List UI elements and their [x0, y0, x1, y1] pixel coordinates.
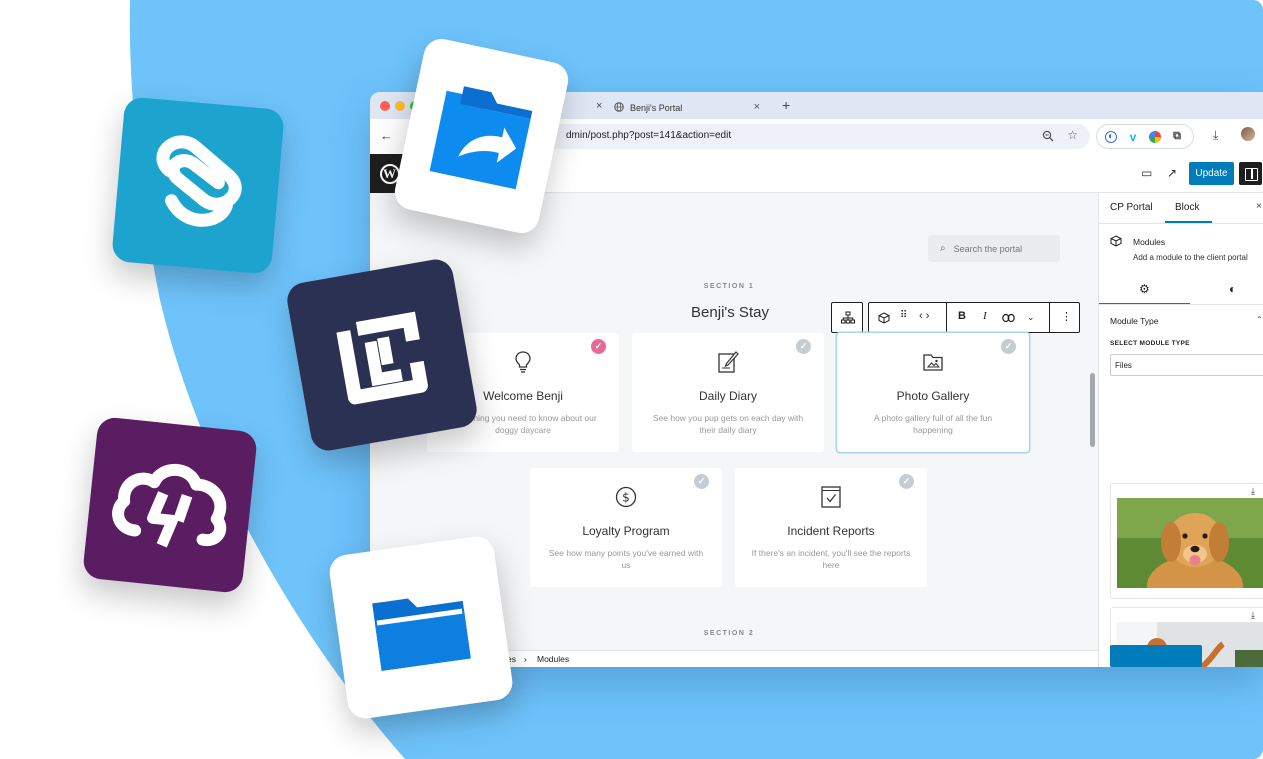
- panel-title[interactable]: Module Type: [1110, 316, 1159, 326]
- folder-image-icon: [923, 354, 943, 371]
- minimize-window-dot[interactable]: [395, 101, 405, 111]
- profile-avatar[interactable]: [1241, 127, 1255, 141]
- lightbulb-icon: [515, 351, 531, 373]
- module-check-icon[interactable]: ✓: [796, 339, 811, 354]
- hierarchy-icon[interactable]: [841, 311, 855, 325]
- search-placeholder: Search the portal: [953, 243, 1023, 254]
- module-card-gallery[interactable]: ✓ Photo Gallery A photo gallery full of …: [837, 333, 1029, 452]
- styles-contrast-icon[interactable]: ◐: [1229, 282, 1236, 296]
- dog-photo-thumbnail: [1117, 498, 1263, 588]
- tab-cp-portal[interactable]: CP Portal: [1110, 202, 1153, 213]
- puzzle-extensions-icon[interactable]: ⧉: [1171, 130, 1183, 143]
- update-button[interactable]: Update: [1189, 162, 1234, 185]
- portal-search[interactable]: ⌕ Search the portal: [928, 235, 1060, 262]
- module-type-select[interactable]: Files: [1110, 354, 1263, 376]
- browser-tab[interactable]: Benji's Portal ×: [604, 96, 770, 119]
- module-card-loyalty[interactable]: $ ✓ Loyalty Program See how many points …: [530, 468, 722, 587]
- module-description: A photo gallery full of all the fun happ…: [873, 413, 993, 435]
- module-description: If there's an incident, you'll see the r…: [751, 548, 911, 570]
- module-title: Incident Reports: [787, 524, 875, 538]
- section-1-title[interactable]: Benji's Stay: [650, 304, 810, 321]
- preview-device-icon[interactable]: ▭: [1141, 166, 1152, 180]
- active-tab-close-icon[interactable]: ×: [596, 100, 602, 112]
- add-file-button[interactable]: [1110, 645, 1202, 667]
- close-sidebar-icon[interactable]: ×: [1256, 201, 1262, 212]
- vimeo-extension-icon[interactable]: v: [1127, 130, 1139, 144]
- tab-block[interactable]: Block: [1175, 202, 1199, 213]
- code-arrows-icon[interactable]: ‹ ›: [919, 310, 929, 322]
- divider: [1099, 223, 1263, 224]
- globe-icon: [614, 102, 624, 112]
- chevron-up-icon[interactable]: ⌃: [1256, 315, 1263, 324]
- block-card-description: Add a module to the client portal: [1133, 253, 1248, 262]
- svg-text:$: $: [622, 491, 630, 505]
- close-window-dot[interactable]: [380, 101, 390, 111]
- block-parent-toolbar: [831, 302, 863, 333]
- breadcrumb-separator: ›: [524, 654, 527, 664]
- ribbon-logo-icon: [156, 135, 242, 227]
- app-tile-cloud-sync: [81, 416, 259, 594]
- download-file-icon[interactable]: ⤓: [1251, 610, 1255, 621]
- app-tile-checkbox: [284, 256, 480, 454]
- block-cube-icon[interactable]: [878, 312, 890, 324]
- bold-button[interactable]: B: [958, 310, 966, 322]
- module-card-diary[interactable]: ✓ Daily Diary See how you pup gets on ea…: [632, 333, 824, 452]
- app-tile-folder: [327, 534, 515, 721]
- options-kebab-icon[interactable]: ⋮: [1061, 310, 1072, 323]
- dollar-coin-icon: $: [615, 486, 637, 508]
- module-card-incidents[interactable]: ✓ Incident Reports If there's an inciden…: [735, 468, 927, 587]
- select-value: Files: [1115, 360, 1132, 370]
- more-formatting-chevron-icon[interactable]: ⌄: [1027, 312, 1035, 323]
- report-check-icon: [821, 486, 841, 508]
- app-tile-ribbon: [111, 96, 285, 275]
- module-description: See how many points you've earned with u…: [548, 548, 704, 570]
- section-2-label: SECTION 2: [703, 630, 755, 637]
- settings-sidebar-toggle[interactable]: [1239, 162, 1262, 185]
- block-card-title: Modules: [1133, 237, 1166, 247]
- address-bar[interactable]: dmin/post.php?post=141&action=edit ☆: [490, 124, 1090, 149]
- bookmark-star-icon[interactable]: ☆: [1067, 128, 1078, 142]
- new-tab-button[interactable]: +: [782, 97, 790, 113]
- marketing-stage: × Benji's Portal × + ← → dmin/post.php?p…: [0, 0, 1263, 759]
- extensions-bar: ◐ v ⧉: [1096, 124, 1194, 149]
- canvas-scrollbar[interactable]: [1090, 373, 1095, 447]
- module-title: Loyalty Program: [582, 524, 670, 538]
- toolbar-separator: [1049, 303, 1050, 332]
- module-title: Photo Gallery: [896, 389, 970, 403]
- block-toolbar: ⠿ ‹ › B I ⌄ ⋮: [868, 302, 1080, 333]
- settings-gear-icon[interactable]: ⚙: [1139, 282, 1150, 296]
- cloud-sync-icon: [112, 463, 227, 548]
- extension-1-icon[interactable]: ◐: [1105, 130, 1117, 143]
- url-text: dmin/post.php?post=141&action=edit: [566, 130, 732, 141]
- download-file-icon[interactable]: ⤓: [1251, 486, 1255, 497]
- search-icon: ⌕: [940, 243, 946, 254]
- module-description: See how you pup gets on each day with th…: [652, 413, 804, 435]
- zoom-icon[interactable]: [1042, 130, 1054, 142]
- module-check-icon[interactable]: ✓: [694, 474, 709, 489]
- toolbar-separator: [946, 303, 947, 332]
- module-title: Daily Diary: [698, 389, 757, 403]
- tab-title: Benji's Portal: [630, 102, 683, 113]
- file-item[interactable]: ⤓ 🗑: [1110, 483, 1263, 599]
- module-check-icon[interactable]: ✓: [899, 474, 914, 489]
- download-icon[interactable]: ⤓: [1213, 128, 1218, 143]
- section-1-label: SECTION 1: [703, 283, 755, 290]
- module-enabled-check-icon[interactable]: ✓: [591, 339, 606, 354]
- back-arrow-icon[interactable]: ←: [380, 128, 393, 143]
- breadcrumb-current[interactable]: Modules: [537, 654, 569, 664]
- diary-icon: [718, 351, 739, 373]
- select-label: SELECT MODULE TYPE: [1110, 340, 1190, 347]
- external-view-icon[interactable]: ↗: [1167, 166, 1177, 180]
- checkbox-logo-icon: [336, 311, 428, 405]
- settings-sidebar: CP Portal Block × Modules Add a module t…: [1098, 193, 1263, 667]
- block-cube-icon: [1110, 235, 1122, 247]
- tab-close-icon[interactable]: ×: [754, 101, 760, 113]
- folder-icon: [372, 598, 471, 671]
- color-extension-icon[interactable]: [1149, 130, 1161, 143]
- italic-button[interactable]: I: [983, 310, 987, 322]
- module-check-icon[interactable]: ✓: [1001, 339, 1016, 354]
- drag-handle-icon[interactable]: ⠿: [900, 310, 907, 321]
- link-icon[interactable]: [1002, 313, 1015, 323]
- divider: [1099, 304, 1263, 305]
